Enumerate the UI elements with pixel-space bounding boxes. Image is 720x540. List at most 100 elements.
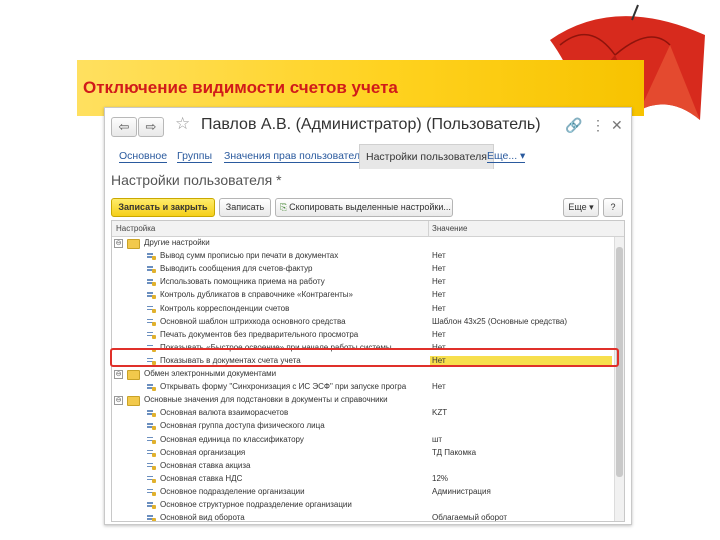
setting-icon <box>147 409 156 418</box>
folder-icon <box>127 239 140 249</box>
setting-value[interactable]: Нет <box>432 251 446 260</box>
setting-value[interactable]: Нет <box>430 355 612 367</box>
settings-row[interactable]: Основная организация ТД Пакомка <box>112 447 614 460</box>
vertical-scrollbar[interactable] <box>614 237 624 521</box>
folder-icon <box>127 396 140 407</box>
setting-icon <box>147 265 156 274</box>
help-button[interactable]: ? <box>603 198 623 217</box>
settings-row[interactable]: Показывать «Быстрое освоение» при начале… <box>112 342 614 355</box>
more-button[interactable]: Еще ▾ <box>563 198 599 217</box>
settings-row[interactable]: Основное структурное подразделение орган… <box>112 499 614 512</box>
setting-value[interactable]: Нет <box>432 382 446 391</box>
setting-icon <box>147 305 156 313</box>
tab-bar: Основное Группы Значения прав пользовате… <box>105 144 631 170</box>
close-icon[interactable]: ✕ <box>611 117 623 134</box>
setting-name: Открывать форму "Синхронизация с ИС ЭСФ"… <box>160 382 407 392</box>
more-vertical-icon[interactable]: ⋮ <box>591 117 605 134</box>
setting-name: Основное структурное подразделение орган… <box>160 500 352 509</box>
settings-row[interactable]: Открывать форму "Синхронизация с ИС ЭСФ"… <box>112 381 614 394</box>
setting-icon <box>147 344 156 352</box>
copy-settings-button[interactable]: ⎘ Скопировать выделенные настройки... <box>275 198 453 217</box>
settings-group-row[interactable]: ⊖ Другие настройки <box>112 237 614 250</box>
setting-name: Обмен электронными документами <box>144 369 277 378</box>
tab-more[interactable]: Еще... ▾ <box>487 144 526 168</box>
settings-row[interactable]: Контроль корреспонденции счетов Нет <box>112 303 614 316</box>
setting-icon <box>147 278 156 287</box>
settings-row[interactable]: Основная группа доступа физического лица <box>112 420 614 433</box>
setting-name: Печать документов без предварительного п… <box>160 329 359 339</box>
setting-value[interactable]: KZT <box>432 408 447 417</box>
settings-row[interactable]: Вывод сумм прописью при печати в докумен… <box>112 250 614 263</box>
settings-row[interactable]: Показывать в документах счета учета Нет <box>112 355 614 368</box>
settings-table: Настройка Значение ⊖ Другие настройки Выво… <box>111 220 625 522</box>
settings-row[interactable]: Основной вид оборота Облагаемый оборот <box>112 512 614 521</box>
arrow-left-icon: ⇦ <box>118 119 130 134</box>
scrollbar-thumb[interactable] <box>616 247 623 477</box>
setting-icon <box>147 475 156 483</box>
setting-value[interactable]: шт <box>432 435 442 444</box>
save-and-close-button[interactable]: Записать и закрыть <box>111 198 215 217</box>
setting-name: Основные значения для подстановки в доку… <box>144 395 388 405</box>
settings-group-row[interactable]: ⊖ Основные значения для подстановки в док… <box>112 394 614 407</box>
slide-title: Отключение видимости счетов учета <box>83 78 398 97</box>
setting-value[interactable]: 12% <box>432 474 448 483</box>
setting-value[interactable]: Нет <box>432 304 446 313</box>
settings-row[interactable]: Использовать помощника приема на работу Н… <box>112 276 614 289</box>
settings-row[interactable]: Контроль дубликатов в справочнике «Контр… <box>112 289 614 302</box>
collapse-toggle-icon[interactable]: ⊖ <box>114 239 123 248</box>
setting-name: Показывать «Быстрое освоение» при начале… <box>160 342 392 352</box>
setting-value[interactable]: Нет <box>432 290 446 299</box>
settings-row[interactable]: Основной шаблон штрихкода основного сред… <box>112 316 614 329</box>
setting-value[interactable]: Шаблон 43x25 (Основные средства) <box>432 317 567 326</box>
setting-icon <box>147 514 156 521</box>
setting-name: Показывать в документах счета учета <box>160 355 301 365</box>
setting-name: Основной шаблон штрихкода основного сред… <box>160 316 346 326</box>
setting-icon <box>147 318 156 326</box>
setting-icon <box>147 357 156 365</box>
tab-user-settings[interactable]: Настройки пользователя <box>359 144 494 169</box>
setting-icon <box>147 436 156 444</box>
setting-name: Основная единица по классификатору <box>160 434 304 444</box>
setting-name: Контроль дубликатов в справочнике «Контр… <box>160 290 353 300</box>
tab-main[interactable]: Основное <box>119 144 168 168</box>
column-header-setting[interactable]: Настройка <box>116 224 155 233</box>
setting-name: Основная ставка акциза <box>160 460 251 470</box>
setting-value[interactable]: Нет <box>432 330 446 339</box>
setting-icon <box>147 501 156 509</box>
setting-icon <box>147 449 156 457</box>
column-header-value[interactable]: Значение <box>432 224 467 233</box>
tab-groups[interactable]: Группы <box>177 144 212 168</box>
collapse-toggle-icon[interactable]: ⊖ <box>114 370 123 379</box>
settings-row[interactable]: Основная ставка НДС 12% <box>112 473 614 486</box>
setting-icon <box>147 488 156 496</box>
setting-value[interactable]: Администрация <box>432 487 491 496</box>
settings-row[interactable]: Основная ставка акциза <box>112 460 614 473</box>
setting-icon <box>147 252 156 261</box>
star-icon[interactable]: ☆ <box>175 114 190 134</box>
settings-row[interactable]: Выводить сообщения для счетов-фактур Нет <box>112 263 614 276</box>
settings-row[interactable]: Основная валюта взаиморасчетов KZT <box>112 407 614 420</box>
setting-value[interactable]: Нет <box>432 343 446 352</box>
folder-icon <box>127 370 140 380</box>
setting-value[interactable]: Облагаемый оборот <box>432 513 507 521</box>
forward-button[interactable]: ⇨ <box>138 117 164 137</box>
setting-value[interactable]: Нет <box>432 277 446 286</box>
link-icon[interactable]: 🔗 <box>565 117 582 134</box>
settings-row[interactable]: Основная единица по классификатору шт <box>112 434 614 447</box>
setting-value[interactable]: Нет <box>432 264 446 273</box>
collapse-toggle-icon[interactable]: ⊖ <box>114 396 123 406</box>
arrow-right-icon: ⇨ <box>145 119 157 134</box>
user-settings-window: ⇦ ⇨ ☆ Павлов А.В. (Администратор) (Польз… <box>104 107 632 525</box>
settings-group-row[interactable]: ⊖ Обмен электронными документами <box>112 368 614 381</box>
settings-row[interactable]: Основное подразделение организации Админи… <box>112 486 614 499</box>
setting-icon <box>147 291 156 300</box>
setting-value[interactable]: ТД Пакомка <box>432 448 476 457</box>
settings-row[interactable]: Печать документов без предварительного п… <box>112 329 614 342</box>
back-button[interactable]: ⇦ <box>111 117 137 137</box>
tab-user-rights-values[interactable]: Значения прав пользователя <box>224 144 366 168</box>
save-button[interactable]: Записать <box>219 198 271 217</box>
window-title: Павлов А.В. (Администратор) (Пользовател… <box>201 116 541 133</box>
setting-name: Использовать помощника приема на работу <box>160 277 325 287</box>
setting-name: Контроль корреспонденции счетов <box>160 303 290 313</box>
setting-name: Вывод сумм прописью при печати в докумен… <box>160 251 339 261</box>
